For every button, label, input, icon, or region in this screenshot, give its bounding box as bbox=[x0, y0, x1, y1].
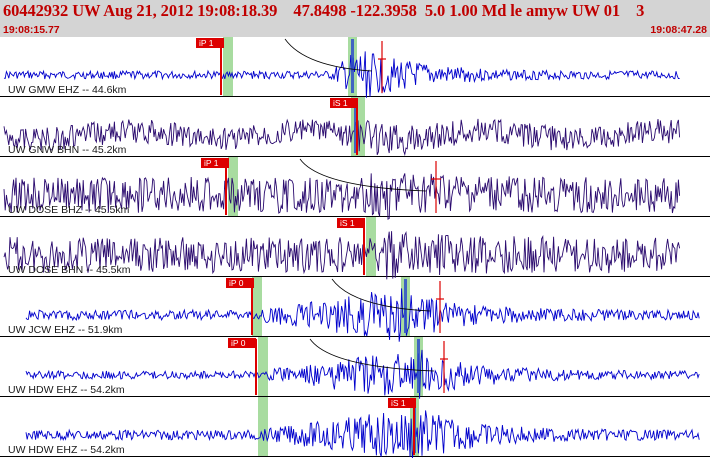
blue-window-marker bbox=[351, 39, 354, 93]
blue-window-marker bbox=[404, 279, 407, 333]
pick-label: iP 0 bbox=[231, 338, 246, 348]
pick-label: iS 1 bbox=[391, 398, 406, 408]
station-label: UW HDW EHZ -- 54.2km bbox=[8, 384, 125, 396]
station-label: UW GNW BHN -- 45.2km bbox=[8, 144, 127, 156]
station-label: UW GMW EHZ -- 44.6km bbox=[8, 84, 127, 96]
station-label: UW JCW EHZ -- 51.9km bbox=[8, 324, 123, 336]
station-label: UW DOSE BHZ -- 45.5km bbox=[8, 204, 130, 216]
pick-label: iS 1 bbox=[340, 218, 355, 228]
green-window-band bbox=[366, 217, 376, 276]
event-title: 60442932 UW Aug 21, 2012 19:08:18.39 47.… bbox=[3, 1, 645, 20]
time-start-label: 19:08:15.77 bbox=[3, 24, 60, 36]
station-label: UW DOSE BHN -- 45.5km bbox=[8, 264, 131, 276]
event-header: 60442932 UW Aug 21, 2012 19:08:18.39 47.… bbox=[0, 0, 710, 37]
green-window-band bbox=[258, 337, 268, 396]
seismogram-panel[interactable]: iP 1 UW GMW EHZ -- 44.6km iS 1 UW GNW BHN -… bbox=[0, 37, 710, 458]
pick-label: iP 0 bbox=[229, 278, 244, 288]
pick-label: iS 1 bbox=[333, 98, 348, 108]
station-label: UW HDW EHZ -- 54.2km bbox=[8, 444, 125, 456]
pick-label: iP 1 bbox=[199, 38, 214, 48]
pick-label: iP 1 bbox=[204, 158, 219, 168]
green-window-band bbox=[223, 37, 233, 96]
time-end-label: 19:08:47.28 bbox=[650, 24, 707, 36]
blue-window-marker bbox=[417, 339, 420, 393]
green-window-band bbox=[258, 397, 268, 456]
